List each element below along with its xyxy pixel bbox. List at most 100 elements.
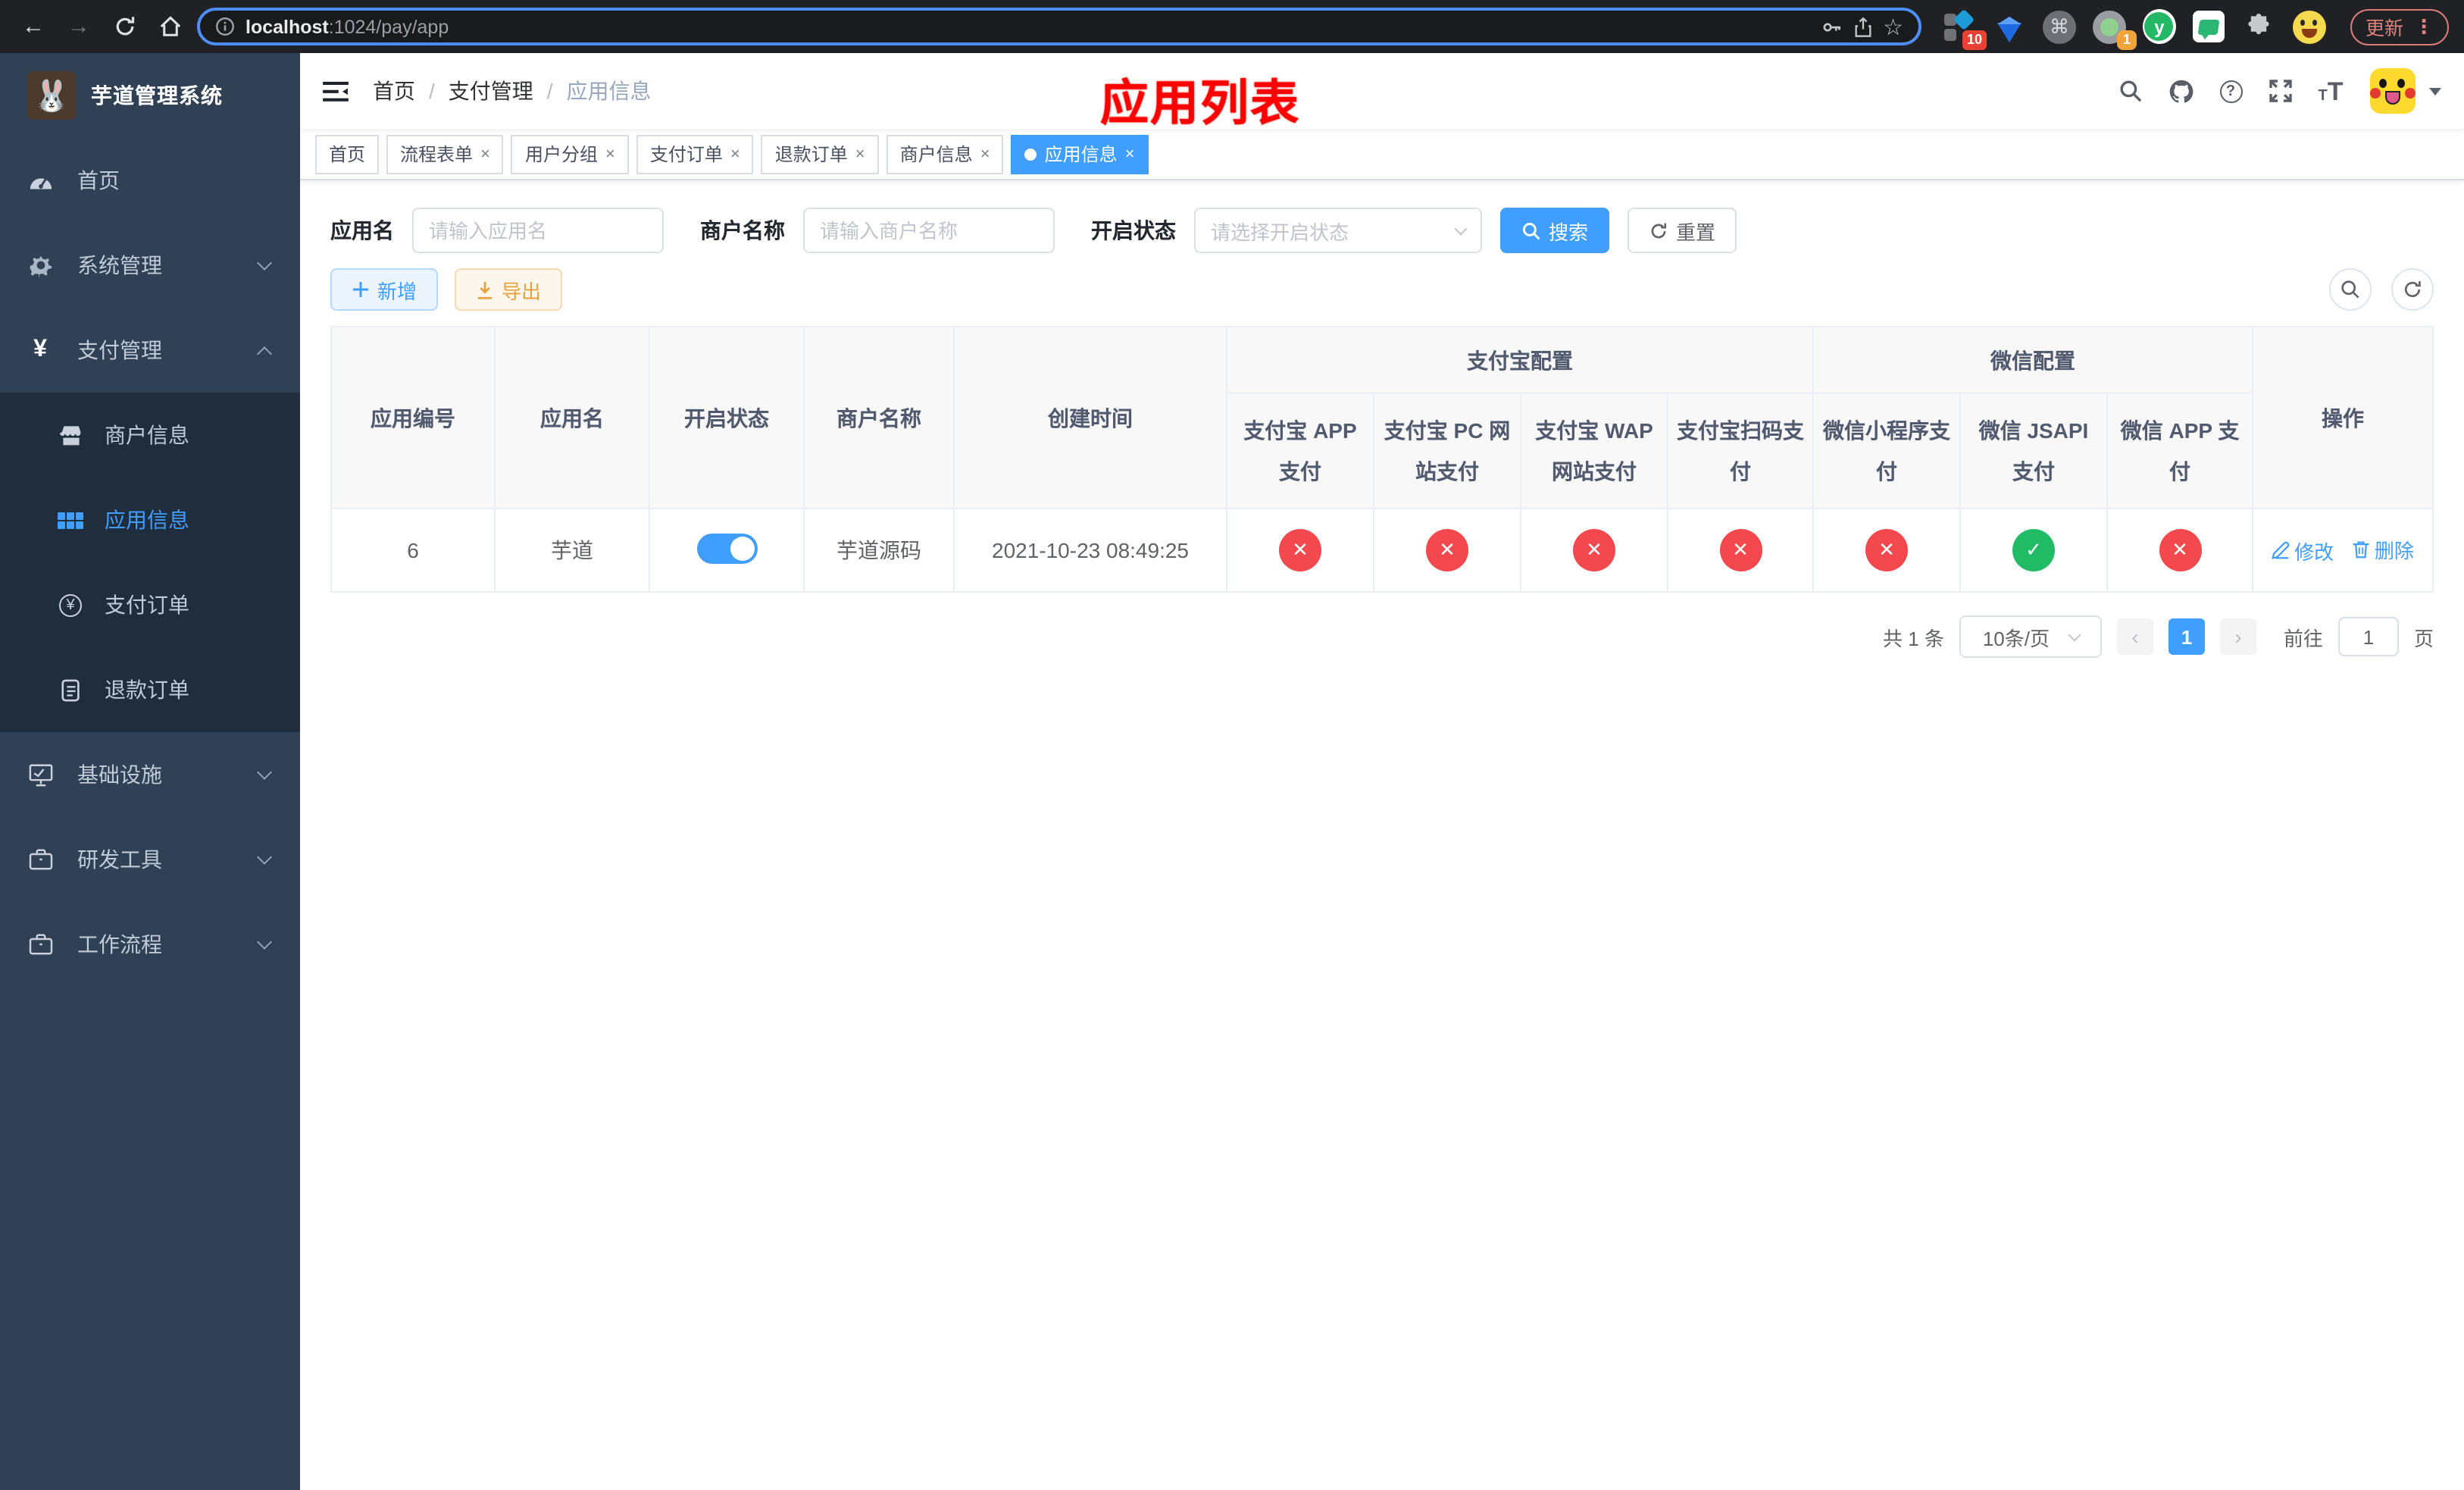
- browser-toolbar: ← → localhost :1024/pay/app ☆ 10 ⌘ 1 y 更…: [0, 0, 2464, 53]
- current-page-button[interactable]: 1: [2168, 618, 2205, 655]
- navbar-actions: ? TT: [2108, 53, 2441, 129]
- extension-gem-icon[interactable]: [1993, 10, 2026, 43]
- breadcrumb: 首页 / 支付管理 / 应用信息: [373, 76, 652, 106]
- extension-chat-icon[interactable]: [2193, 10, 2226, 43]
- export-button[interactable]: 导出: [455, 268, 563, 311]
- edit-link[interactable]: 修改: [2272, 537, 2334, 565]
- sidebar-item-home[interactable]: 首页: [0, 138, 300, 223]
- close-icon[interactable]: ×: [605, 145, 615, 163]
- extensions-puzzle-icon[interactable]: [2243, 10, 2276, 43]
- user-avatar[interactable]: [2370, 68, 2416, 114]
- status-cross-icon: ✕: [1865, 529, 1908, 571]
- gear-icon: [27, 252, 53, 278]
- pagination: 共 1 条 10条/页 ‹ 1 › 前往 页: [330, 615, 2434, 658]
- reload-icon[interactable]: [106, 8, 142, 45]
- tab-user-group[interactable]: 用户分组 ×: [511, 134, 629, 174]
- extension-grid-diamond-icon[interactable]: 10: [1943, 8, 1987, 49]
- close-icon[interactable]: ×: [855, 145, 865, 163]
- breadcrumb-home[interactable]: 首页: [373, 76, 415, 106]
- tab-refund-order[interactable]: 退款订单 ×: [761, 134, 879, 174]
- edit-link-label: 修改: [2294, 540, 2334, 564]
- breadcrumb-payment[interactable]: 支付管理: [449, 76, 533, 106]
- search-button[interactable]: 搜索: [1500, 208, 1610, 253]
- prev-page-button[interactable]: ‹: [2116, 618, 2153, 655]
- add-button[interactable]: 新增: [330, 268, 439, 311]
- sidebar-item-app-info[interactable]: 应用信息: [0, 477, 300, 562]
- sidebar-item-label: 商户信息: [105, 423, 189, 447]
- dashboard-icon: [27, 167, 53, 193]
- extension-recorder-icon[interactable]: 1: [2092, 10, 2137, 49]
- hide-search-icon-button[interactable]: [2329, 268, 2372, 311]
- user-menu-caret-icon[interactable]: [2429, 87, 2441, 95]
- active-dot: [1024, 148, 1037, 160]
- annotation-title: 应用列表: [1100, 76, 1301, 130]
- close-icon[interactable]: ×: [730, 145, 740, 163]
- help-icon[interactable]: ?: [2208, 53, 2253, 129]
- page-size-value: 10条/页: [1982, 627, 2050, 650]
- col-wechat-mini: 微信小程序支付: [1812, 393, 1961, 509]
- tab-process-form[interactable]: 流程表单 ×: [386, 134, 504, 174]
- next-page-button[interactable]: ›: [2219, 618, 2256, 655]
- page-size-select[interactable]: 10条/页: [1959, 615, 2102, 658]
- col-alipay-qr: 支付宝扫码支付: [1667, 393, 1814, 509]
- fullscreen-icon[interactable]: [2258, 53, 2303, 129]
- status-toggle[interactable]: [696, 533, 757, 563]
- refresh-icon-button[interactable]: [2391, 268, 2434, 311]
- status-cross-icon: ✕: [1573, 529, 1615, 571]
- goto-page-input[interactable]: [2337, 617, 2399, 656]
- sidebar-collapse-icon[interactable]: [323, 80, 349, 102]
- extension-emoji-icon[interactable]: [2292, 10, 2326, 43]
- sidebar-item-payment[interactable]: ¥ 支付管理: [0, 308, 300, 393]
- tab-label: 商户信息: [899, 144, 973, 165]
- search-icon[interactable]: [2108, 53, 2153, 129]
- update-button[interactable]: 更新 ⋮: [2350, 8, 2449, 45]
- font-size-icon[interactable]: TT: [2308, 53, 2353, 129]
- tab-merchant-info[interactable]: 商户信息 ×: [886, 134, 1004, 174]
- extension-y-icon[interactable]: y: [2142, 9, 2176, 44]
- col-created: 创建时间: [953, 326, 1227, 509]
- close-icon[interactable]: ×: [1125, 145, 1135, 163]
- cell-wechat-app: ✕: [2106, 508, 2254, 593]
- sidebar-item-system[interactable]: 系统管理: [0, 223, 300, 308]
- sidebar-item-merchant-info[interactable]: 商户信息: [0, 393, 300, 477]
- tab-pay-order[interactable]: 支付订单 ×: [636, 134, 754, 174]
- status-cross-icon: ✕: [1719, 529, 1762, 571]
- col-alipay-app: 支付宝 APP 支付: [1226, 393, 1374, 509]
- forward-icon[interactable]: →: [61, 8, 97, 45]
- site-info-icon[interactable]: [215, 17, 235, 36]
- pagination-total: 共 1 条: [1883, 627, 1944, 650]
- status-cross-icon: ✕: [1426, 529, 1468, 571]
- reset-button[interactable]: 重置: [1628, 208, 1737, 253]
- password-key-icon[interactable]: [1821, 16, 1842, 37]
- home-icon[interactable]: [152, 8, 188, 45]
- sidebar-item-infrastructure[interactable]: 基础设施: [0, 732, 300, 817]
- sidebar-menu: 首页 系统管理 ¥ 支付管理 商户信息 应用信息 ¥ 支付订单 退款订单 基础设…: [0, 138, 300, 987]
- app-name-input[interactable]: [412, 208, 664, 253]
- sidebar-item-refund-order[interactable]: 退款订单: [0, 647, 300, 732]
- close-icon[interactable]: ×: [480, 145, 490, 163]
- share-icon[interactable]: [1853, 16, 1872, 37]
- delete-link[interactable]: 删除: [2352, 536, 2414, 565]
- url-bar[interactable]: localhost :1024/pay/app ☆: [197, 8, 1921, 45]
- browser-menu-icon[interactable]: ⋮: [2414, 14, 2434, 39]
- sidebar-item-dev-tools[interactable]: 研发工具: [0, 817, 300, 902]
- extensions-strip: 10 ⌘ 1 y: [1943, 8, 2326, 49]
- tab-home[interactable]: 首页: [315, 134, 380, 174]
- col-app-id: 应用编号: [330, 326, 496, 509]
- goto-label: 前往: [2283, 627, 2323, 650]
- logo-image: 🐰: [27, 71, 76, 120]
- status-select[interactable]: 请选择开启状态: [1194, 208, 1482, 253]
- sidebar-item-workflow[interactable]: 工作流程: [0, 902, 300, 987]
- merchant-name-input[interactable]: [803, 208, 1055, 253]
- github-icon[interactable]: [2158, 53, 2203, 129]
- sidebar-item-pay-order[interactable]: ¥ 支付订单: [0, 562, 300, 647]
- col-alipay-wap: 支付宝 WAP 网站支付: [1520, 393, 1668, 509]
- bookmark-star-icon[interactable]: ☆: [1883, 13, 1903, 40]
- extension-command-icon[interactable]: ⌘: [2042, 10, 2076, 43]
- close-icon[interactable]: ×: [980, 145, 990, 163]
- status-cross-icon: ✕: [1279, 529, 1321, 571]
- sidebar-item-label: 系统管理: [77, 253, 162, 277]
- col-wechat-jsapi: 微信 JSAPI 支付: [1959, 393, 2108, 509]
- tab-app-info[interactable]: 应用信息 ×: [1011, 134, 1149, 174]
- back-icon[interactable]: ←: [15, 8, 52, 45]
